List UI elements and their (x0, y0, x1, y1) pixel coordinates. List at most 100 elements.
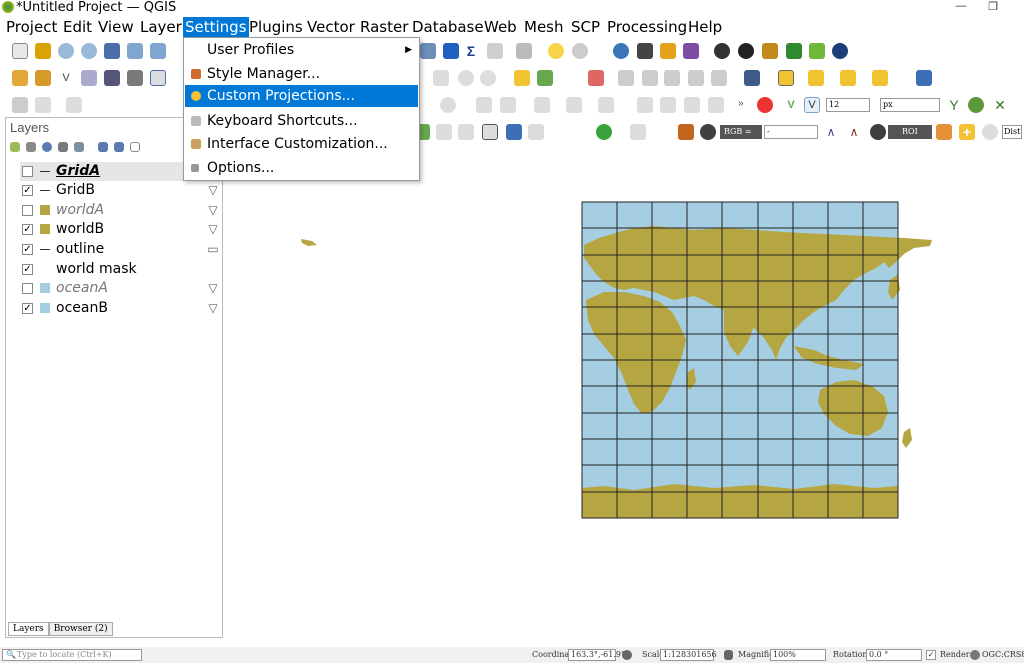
plugin-tool-icon[interactable] (637, 43, 653, 59)
split-features-icon[interactable] (637, 97, 653, 113)
pin-label-icon[interactable] (588, 70, 604, 86)
scp-redo-roi-icon[interactable] (982, 124, 998, 140)
scale-combo[interactable]: 1:128301656 (660, 649, 717, 661)
layer-row-outline[interactable]: ✓ outline ▭ (20, 240, 220, 259)
render-checkbox[interactable]: ✓ (926, 650, 936, 660)
new-temporary-layer-icon[interactable] (127, 70, 143, 86)
settings-gear-icon[interactable] (572, 43, 588, 59)
layer-visibility-checkbox[interactable]: ✓ (22, 264, 33, 275)
merge-features-icon[interactable] (684, 97, 700, 113)
menu-item-keyboard-shortcuts[interactable]: Keyboard Shortcuts... (185, 110, 418, 132)
layer-row-oceana[interactable]: oceanA ▽ (20, 279, 220, 298)
label-icon[interactable] (514, 70, 530, 86)
scp-spectral-signature-icon[interactable]: ∧ (823, 124, 839, 140)
layer-row-worlda[interactable]: worldA ▽ (20, 201, 220, 220)
cross-tool-icon[interactable]: ✕ (992, 97, 1008, 113)
layer-visibility-checkbox[interactable]: ✓ (22, 303, 33, 314)
scp-spectral-plot-icon[interactable] (683, 43, 699, 59)
scp-preview-icon[interactable] (809, 43, 825, 59)
layer-visibility-checkbox[interactable] (22, 283, 33, 294)
label-abc-icon[interactable] (458, 124, 474, 140)
menu-raster[interactable]: Raster (358, 17, 410, 37)
expand-all-icon[interactable] (98, 142, 108, 152)
split-parts-icon[interactable] (660, 97, 676, 113)
text-box-icon[interactable] (482, 124, 498, 140)
attribute-table-icon[interactable] (487, 43, 503, 59)
menu-plugins[interactable]: Plugins (247, 17, 305, 37)
scp-signature-plot-icon[interactable]: ∧ (846, 124, 862, 140)
tab-layers[interactable]: Layers (8, 622, 49, 636)
zoom-full-icon[interactable] (104, 43, 120, 59)
scp-image-icon[interactable] (762, 43, 778, 59)
minimize-button[interactable]: — (946, 0, 976, 16)
pan-to-selection-icon[interactable] (35, 43, 51, 59)
zoom-out-icon[interactable] (81, 43, 97, 59)
new-geopackage-icon[interactable] (35, 70, 51, 86)
binoculars-icon[interactable] (714, 43, 730, 59)
add-group-icon[interactable] (26, 142, 36, 152)
change-label-icon[interactable] (688, 70, 704, 86)
new-virtual-layer-icon[interactable] (150, 70, 166, 86)
style-panel-icon[interactable] (10, 142, 20, 152)
add-vector-layer-icon[interactable]: V (58, 70, 74, 86)
scp-band-set-icon[interactable] (660, 43, 676, 59)
menu-help[interactable]: Help (686, 17, 724, 37)
remove-layer-icon[interactable] (130, 142, 140, 152)
add-ring-icon[interactable] (500, 97, 516, 113)
move-label-icon[interactable] (642, 70, 658, 86)
measure-line-icon[interactable] (516, 43, 532, 59)
menu-item-user-profiles[interactable]: User Profiles ▶ (185, 39, 418, 61)
zoom-to-selection-icon[interactable] (127, 43, 143, 59)
menu-view[interactable]: View (96, 17, 136, 37)
map-canvas[interactable] (224, 150, 1024, 645)
fill-ring-icon[interactable] (566, 97, 582, 113)
menu-item-interface-customization[interactable]: Interface Customization... (185, 133, 418, 155)
menu-item-style-manager[interactable]: Style Manager... (185, 63, 418, 85)
select-location-icon[interactable] (872, 70, 888, 86)
scp-roi-zoom-icon[interactable] (870, 124, 886, 140)
text-annotation-icon[interactable]: V (804, 97, 820, 113)
scp-create-roi-icon[interactable] (936, 124, 952, 140)
scp-zoom-icon[interactable] (700, 124, 716, 140)
undo-icon[interactable] (458, 70, 474, 86)
menu-layer[interactable]: Layer (138, 17, 184, 37)
show-hide-label-icon[interactable] (711, 70, 727, 86)
scp-band-calc-icon[interactable] (678, 124, 694, 140)
menu-web[interactable]: Web (482, 17, 519, 37)
new-shapefile-icon[interactable] (104, 70, 120, 86)
rotate-label-icon[interactable] (664, 70, 680, 86)
layer-visibility-checkbox[interactable] (22, 205, 33, 216)
tab-browser[interactable]: Browser (2) (48, 622, 113, 636)
filter-icon[interactable]: ▽ (206, 222, 220, 236)
menu-settings[interactable]: Settings (183, 17, 249, 37)
menu-scp[interactable]: SCP (569, 17, 602, 37)
rotate-feature-icon[interactable] (440, 97, 456, 113)
embedded-layer-icon[interactable]: ▭ (206, 242, 220, 256)
layer-row-oceanb[interactable]: ✓ oceanB ▽ (20, 299, 220, 318)
filter-legend-icon[interactable] (58, 142, 68, 152)
pan-hand-icon[interactable] (12, 43, 28, 59)
select-features-icon[interactable] (778, 70, 794, 86)
filter-expression-icon[interactable] (74, 142, 84, 152)
extents-toggle-icon[interactable] (622, 650, 632, 660)
diagram-icon[interactable] (537, 70, 553, 86)
manage-visibility-icon[interactable] (42, 142, 52, 152)
crs-globe-icon[interactable] (970, 650, 980, 660)
scp-classification-icon[interactable] (738, 43, 754, 59)
menu-item-options[interactable]: Options... (185, 157, 418, 179)
lock-scale-icon[interactable] (724, 650, 733, 660)
menu-mesh[interactable]: Mesh (522, 17, 566, 37)
image-annotation-icon[interactable] (506, 124, 522, 140)
layer-row-world-mask[interactable]: ✓ world mask (20, 260, 220, 279)
map-tips-icon[interactable] (548, 43, 564, 59)
layer-visibility-checkbox[interactable]: ✓ (22, 244, 33, 255)
layer-visibility-checkbox[interactable]: ✓ (22, 185, 33, 196)
layer-row-gridb[interactable]: ✓ GridB ▽ (20, 181, 220, 200)
simplify-icon[interactable] (476, 97, 492, 113)
statistics-icon[interactable] (443, 43, 459, 59)
layer-visibility-checkbox[interactable]: ✓ (22, 224, 33, 235)
help-contents-icon[interactable] (916, 70, 932, 86)
layer-visibility-checkbox[interactable] (22, 166, 33, 177)
menu-database[interactable]: Database (410, 17, 486, 37)
refresh-icon[interactable] (596, 124, 612, 140)
